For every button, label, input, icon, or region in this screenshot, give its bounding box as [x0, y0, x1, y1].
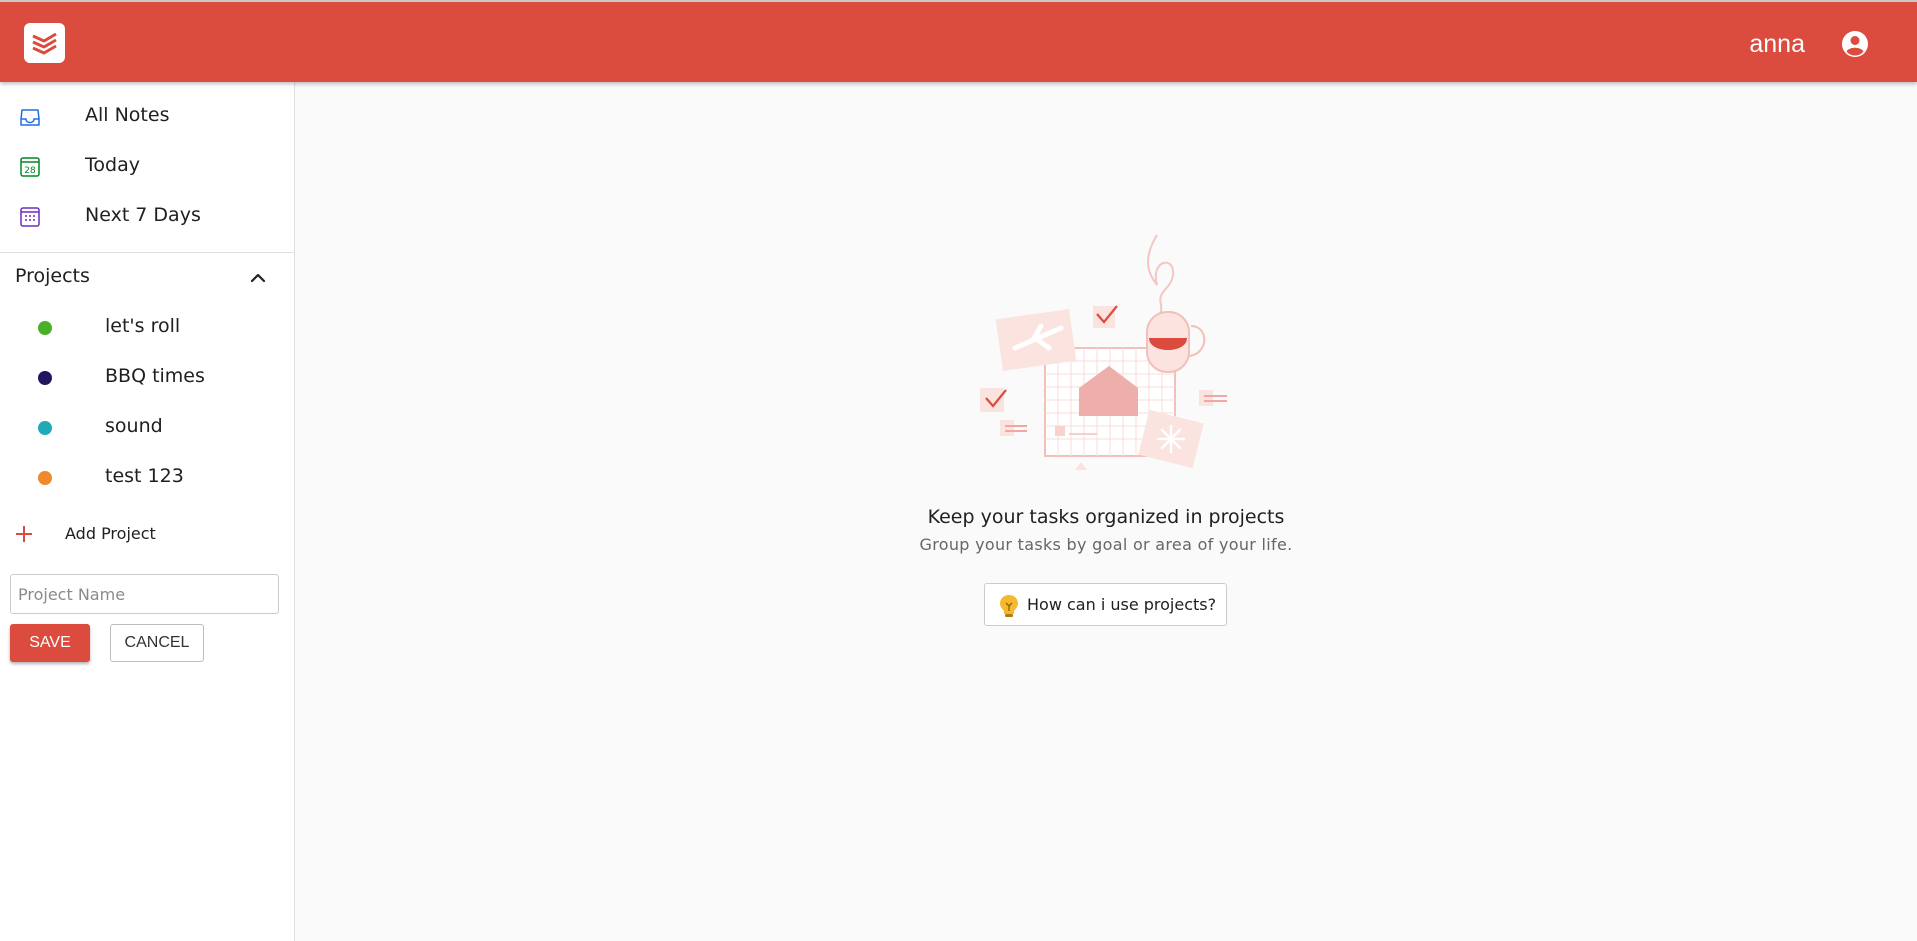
username: anna: [1749, 30, 1805, 58]
project-color-dot: [38, 371, 52, 385]
projects-section-header[interactable]: Projects: [0, 254, 294, 298]
add-project-button[interactable]: Add Project: [0, 514, 294, 554]
top-bar: anna: [0, 0, 1917, 82]
project-item[interactable]: BBQ times: [0, 354, 294, 400]
sidebar: All Notes 28 Today Next 7 Days Projects: [0, 82, 295, 941]
sidebar-item-today[interactable]: 28 Today: [0, 141, 294, 191]
sidebar-item-label: Next 7 Days: [85, 204, 201, 226]
project-color-dot: [38, 421, 52, 435]
calendar-today-icon: 28: [18, 155, 42, 179]
project-name: sound: [105, 415, 163, 437]
projects-empty-illustration: [980, 234, 1227, 470]
app-logo-icon[interactable]: [24, 23, 65, 63]
project-name: test 123: [105, 465, 184, 487]
project-color-dot: [38, 321, 52, 335]
help-button-label: How can i use projects?: [1027, 595, 1217, 614]
lightbulb-icon: [999, 594, 1019, 618]
empty-state-title: Keep your tasks organized in projects: [927, 506, 1285, 528]
how-to-use-projects-button[interactable]: How can i use projects?: [984, 583, 1227, 626]
project-item[interactable]: let's roll: [0, 304, 294, 350]
sidebar-item-next-7-days[interactable]: Next 7 Days: [0, 191, 294, 241]
sidebar-item-label: Today: [85, 154, 140, 176]
empty-state-subtitle: Group your tasks by goal or area of your…: [919, 535, 1293, 554]
project-name: BBQ times: [105, 365, 205, 387]
project-name-input[interactable]: [10, 574, 279, 614]
project-name: let's roll: [105, 315, 181, 337]
cancel-button[interactable]: CANCEL: [110, 624, 204, 662]
account-circle-icon[interactable]: [1840, 29, 1870, 59]
chevron-up-icon[interactable]: [248, 268, 268, 288]
main-content: Keep your tasks organized in projects Gr…: [295, 82, 1917, 941]
projects-heading: Projects: [15, 265, 90, 287]
calendar-day-number: 28: [24, 166, 36, 176]
project-item[interactable]: sound: [0, 404, 294, 450]
plus-icon: [14, 524, 34, 544]
sidebar-item-label: All Notes: [85, 104, 170, 126]
add-project-label: Add Project: [65, 524, 156, 543]
inbox-icon: [18, 105, 42, 129]
save-button[interactable]: SAVE: [10, 624, 90, 662]
project-color-dot: [38, 471, 52, 485]
sidebar-item-all-notes[interactable]: All Notes: [0, 91, 294, 141]
sidebar-divider: [0, 252, 294, 253]
calendar-upcoming-icon: [18, 205, 42, 229]
project-item[interactable]: test 123: [0, 454, 294, 500]
